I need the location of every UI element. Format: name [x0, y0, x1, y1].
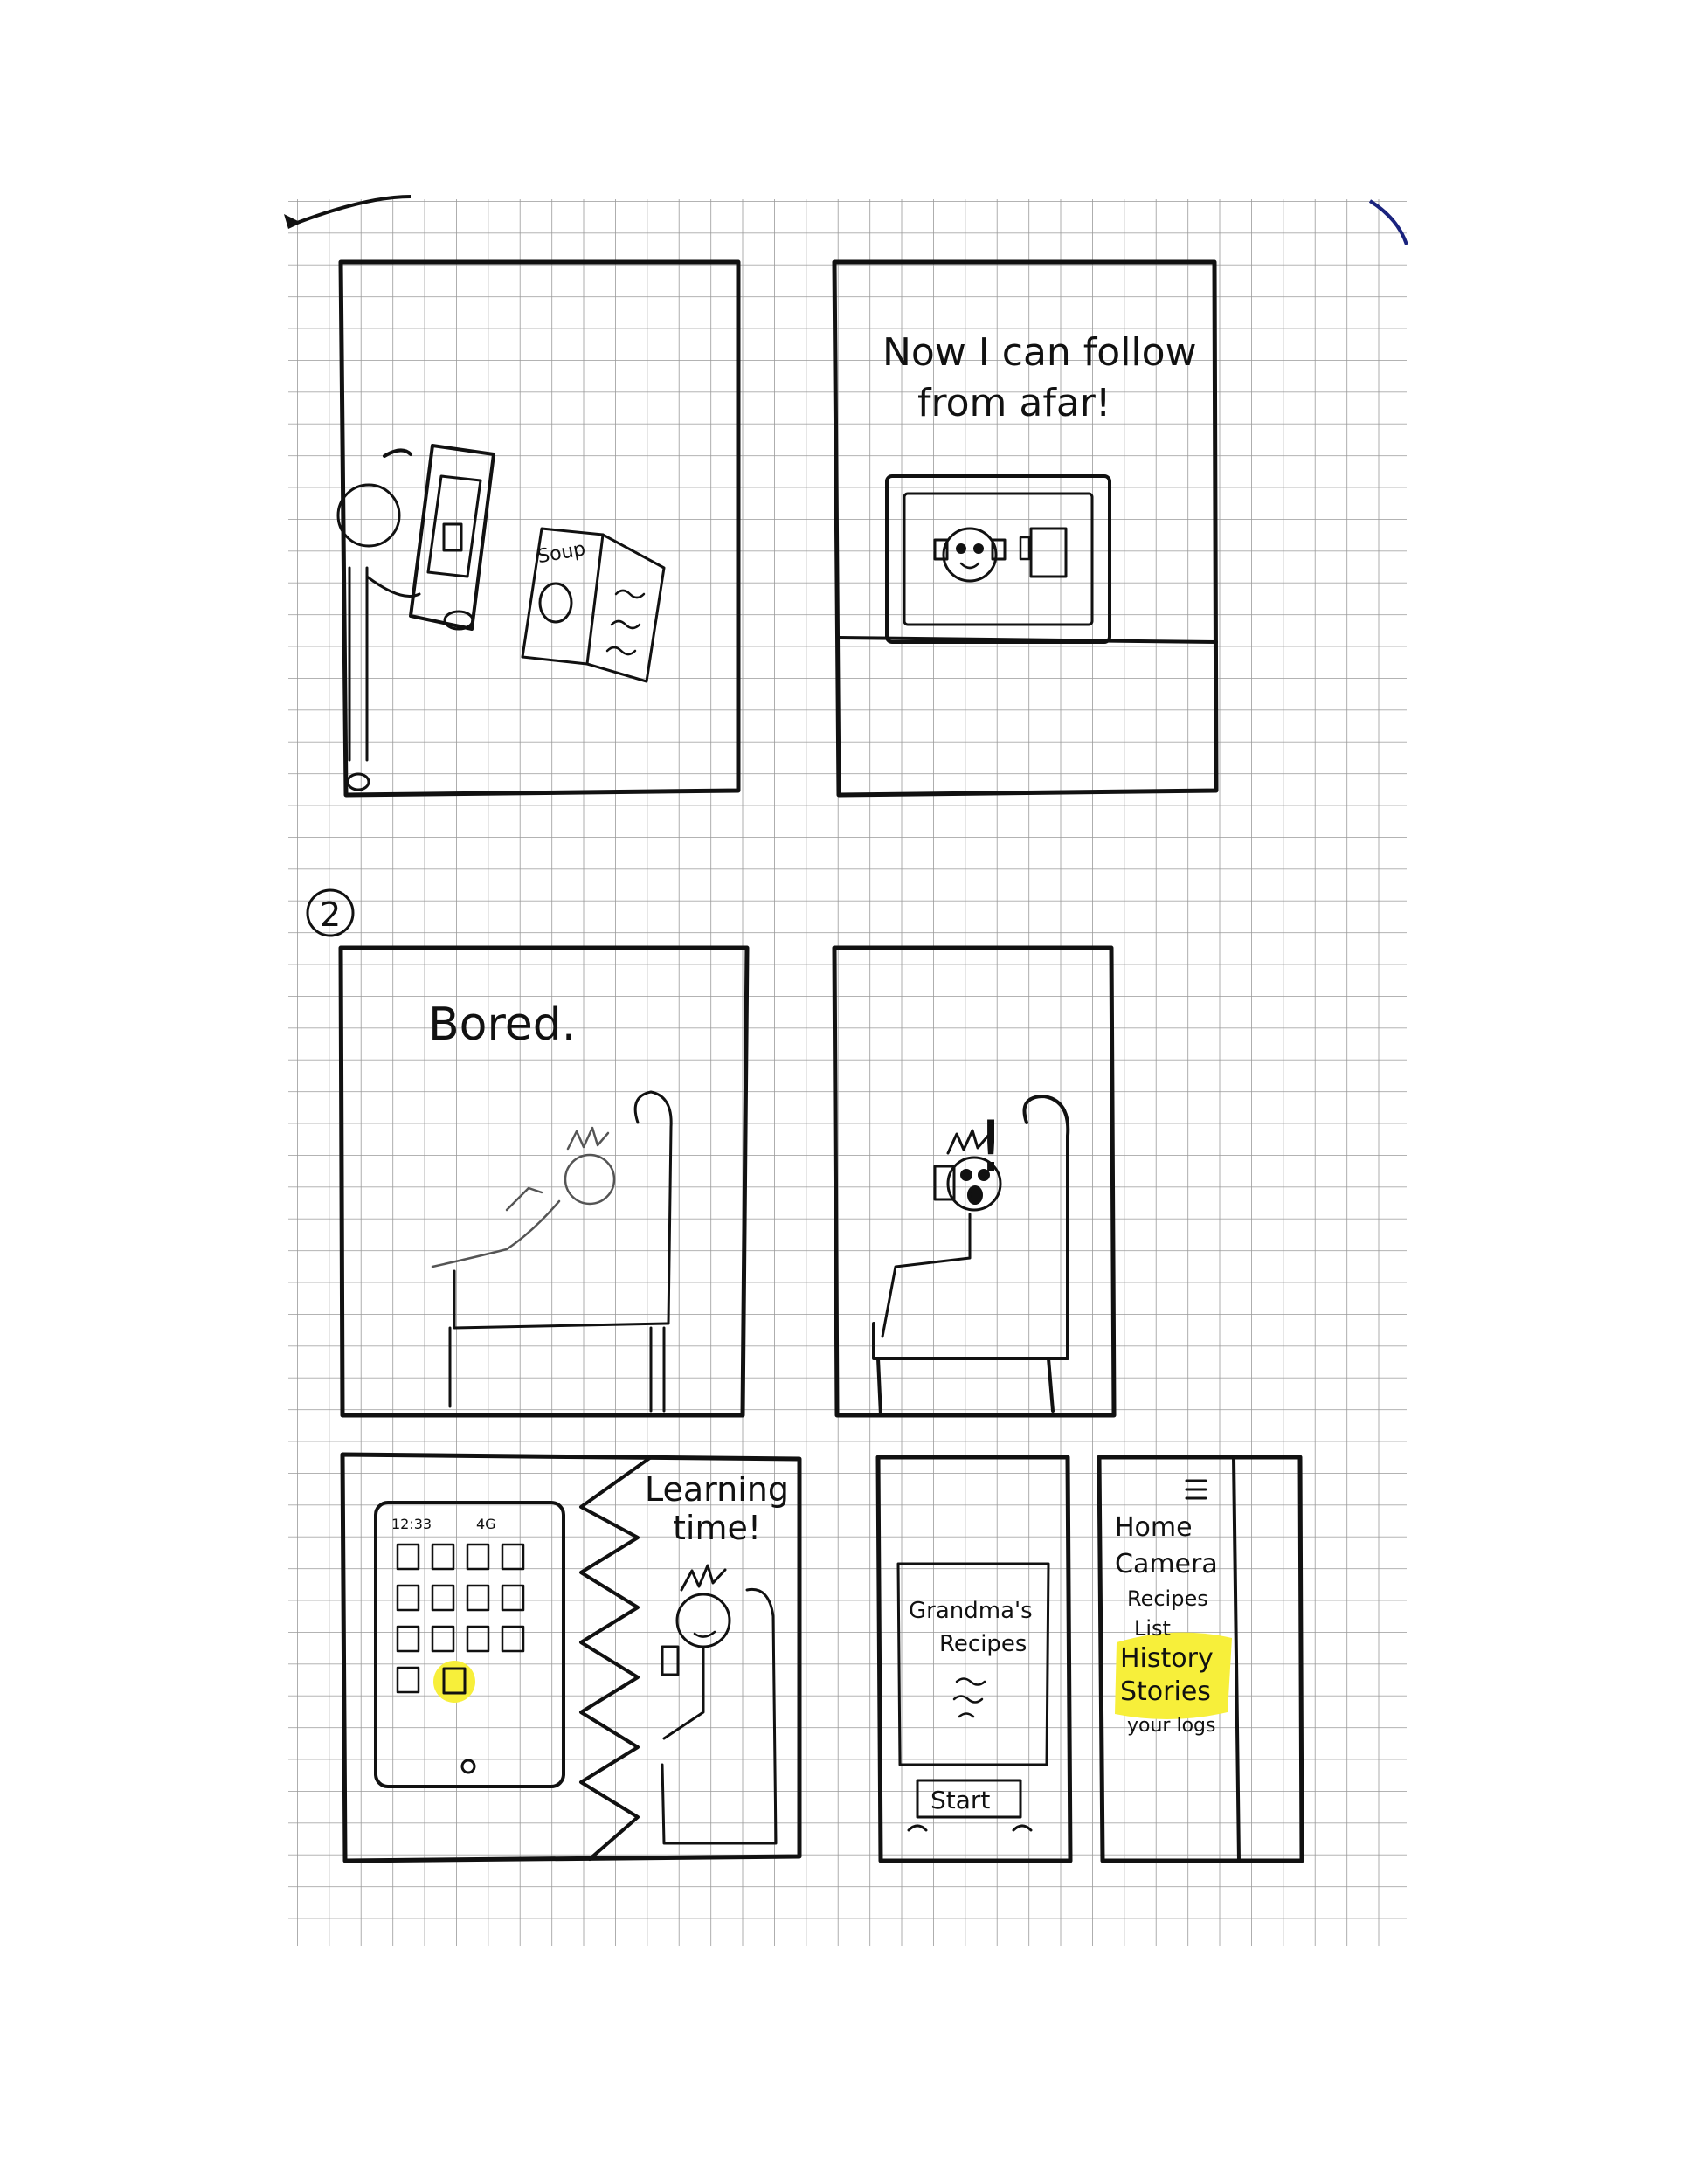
menu-item-home: Home	[1115, 1512, 1193, 1543]
phone-time: 12:33	[391, 1516, 432, 1532]
app-highlight	[433, 1661, 475, 1703]
caption-line-1: Now I can follow	[882, 330, 1197, 375]
app-title-line-1: Grandma's	[909, 1598, 1033, 1624]
menu-item-stories: Stories	[1120, 1676, 1211, 1707]
section-number: 2	[320, 895, 341, 934]
start-button-label: Start	[930, 1786, 990, 1814]
menu-item-recipes: Recipes	[1127, 1586, 1208, 1611]
menu-item-your-logs: your logs	[1127, 1715, 1215, 1737]
menu-item-history: History	[1120, 1643, 1214, 1674]
caption-line-2: time!	[673, 1509, 761, 1547]
menu-item-camera: Camera	[1115, 1549, 1218, 1579]
phone-signal: 4G	[476, 1516, 496, 1532]
caption-line-2: from afar!	[917, 381, 1111, 425]
app-title-line-2: Recipes	[939, 1631, 1027, 1657]
caption-bored: Bored.	[428, 999, 576, 1051]
caption-line-1: Learning	[645, 1470, 789, 1509]
menu-item-list: List	[1134, 1616, 1171, 1641]
comic-storyboard-sheet: Soup Now I can follow from afar! 2 Bored…	[284, 195, 1408, 1946]
